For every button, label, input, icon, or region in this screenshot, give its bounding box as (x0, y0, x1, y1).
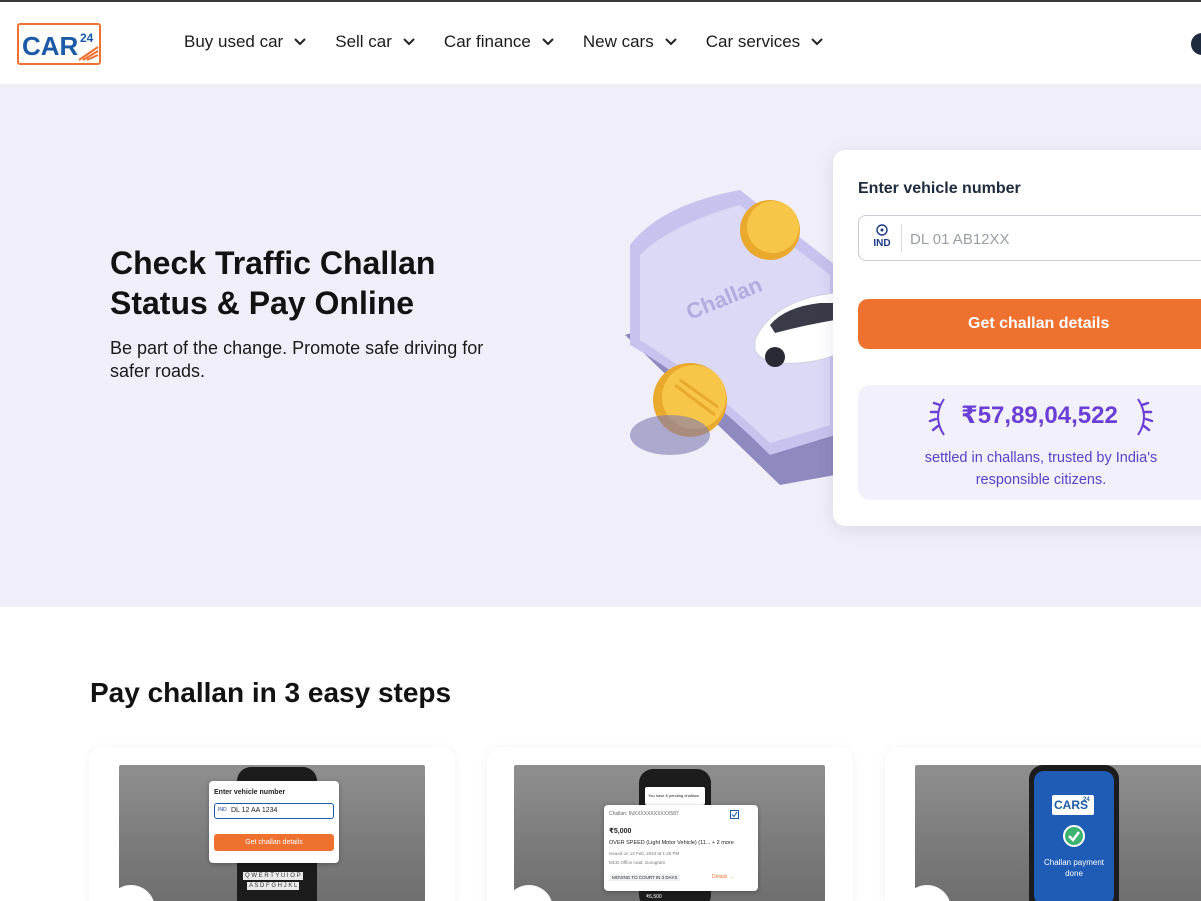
steps-title: Pay challan in 3 easy steps (90, 677, 452, 708)
svg-text:24: 24 (80, 31, 94, 45)
cars24-logo[interactable]: CARS 24 (17, 23, 101, 65)
mini-amount-2: ₹6,500 (646, 894, 662, 900)
hero-section: Check Traffic Challan Status & Pay Onlin… (0, 85, 1201, 607)
mini-logo: CARS 24 (1052, 795, 1094, 815)
settled-amount: ₹57,89,04,522 (961, 402, 1118, 429)
step-1-image: Enter vehicle number IND DL 12 AA 1234 G… (119, 765, 425, 901)
mini-label: Enter vehicle number (214, 789, 286, 796)
mini-form-panel: Enter vehicle number IND DL 12 AA 1234 G… (209, 781, 339, 863)
mini-header: You have 6 pending challans (645, 787, 705, 805)
nav-car-services[interactable]: Car services (706, 32, 824, 52)
settled-caption: settled in challans, trusted by India's … (924, 450, 1158, 488)
mini-keyboard-row: A S D F G H J K L (247, 882, 300, 890)
step-card-1: Enter vehicle number IND DL 12 AA 1234 G… (89, 747, 455, 901)
nav-label: Sell car (335, 32, 392, 51)
mini-keyboard-row: Q W E R T Y U I O P (243, 872, 303, 880)
check-icon (1063, 825, 1085, 847)
mini-amount: ₹5,000 (609, 828, 632, 835)
mini-pending: You have 6 pending challans (648, 793, 700, 798)
mini-payment-done: Challan payment done (1043, 858, 1105, 878)
nav-label: Car services (705, 32, 801, 51)
chevron-down-icon (294, 38, 306, 46)
chevron-down-icon (811, 38, 823, 46)
hero-subtitle: Be part of the change. Promote safe driv… (110, 338, 484, 381)
nav-label: Car finance (443, 32, 531, 51)
profile-icon[interactable] (1191, 33, 1201, 55)
vehicle-number-label: Enter vehicle number (858, 180, 1021, 197)
nav-buy-used-car[interactable]: Buy used car (184, 32, 307, 52)
nav-sell-car[interactable]: Sell car (335, 32, 416, 52)
mini-offence: OVER SPEED (Light Motor Vehicle) (11... … (609, 840, 734, 846)
mini-input: IND DL 12 AA 1234 (214, 803, 334, 819)
country-code: IND (873, 238, 891, 249)
challan-form-card: Enter vehicle number IND Get challan det… (833, 150, 1201, 526)
main-nav: Buy used car Sell car Car finance New ca… (184, 32, 852, 52)
vehicle-number-input[interactable] (910, 226, 1201, 252)
laurel-icon (928, 398, 945, 436)
mini-details-link: Details → (712, 874, 734, 880)
step-2-image: You have 6 pending challans Challan: INX… (514, 765, 825, 901)
ind-badge: IND (871, 224, 893, 254)
step-3-image: CARS 24 Challan payment done (915, 765, 1201, 901)
check-icon (730, 810, 739, 819)
nav-car-finance[interactable]: Car finance (444, 32, 555, 52)
laurel-icon (1137, 398, 1154, 436)
settled-stat-box: ₹57,89,04,522 settled in challans, trust… (858, 385, 1201, 500)
mini-challan-no: Challan: INXXXXXXXXXXX587 (609, 811, 679, 817)
chevron-down-icon (403, 38, 415, 46)
chevron-down-icon (665, 38, 677, 46)
mini-logo-num: 24 (1083, 797, 1090, 803)
site-header: CARS 24 Buy used car Sell car Car financ… (0, 2, 1201, 85)
mini-ind: IND (218, 807, 227, 813)
hero-title: Check Traffic Challan Status & Pay Onlin… (110, 245, 436, 321)
nav-new-cars[interactable]: New cars (583, 32, 678, 52)
phone-screen: CARS 24 Challan payment done (1034, 771, 1114, 901)
mini-issued: Issued on 12 Feb, 2024 at 1:40 PM (609, 851, 680, 856)
mini-challan-panel: Challan: INXXXXXXXXXXX587 ₹5,000 OVER SP… (604, 805, 758, 891)
vehicle-number-field[interactable]: IND (858, 215, 1201, 261)
get-challan-details-button[interactable]: Get challan details (858, 299, 1201, 349)
mini-button: Get challan details (214, 834, 334, 851)
mini-location: MCD Office road, Gurugram (609, 860, 666, 865)
step-card-2: You have 6 pending challans Challan: INX… (487, 747, 853, 901)
challan-illustration: Challan (625, 190, 835, 485)
nav-label: New cars (582, 32, 654, 51)
chevron-down-icon (542, 38, 554, 46)
nav-label: Buy used car (184, 32, 284, 51)
mini-status: MOVING TO COURT IN 3 DAYS (609, 874, 681, 881)
step-card-3: CARS 24 Challan payment done (885, 747, 1201, 901)
india-emblem-icon (876, 224, 888, 236)
mini-plate: DL 12 AA 1234 (231, 807, 278, 814)
input-divider (901, 225, 902, 252)
